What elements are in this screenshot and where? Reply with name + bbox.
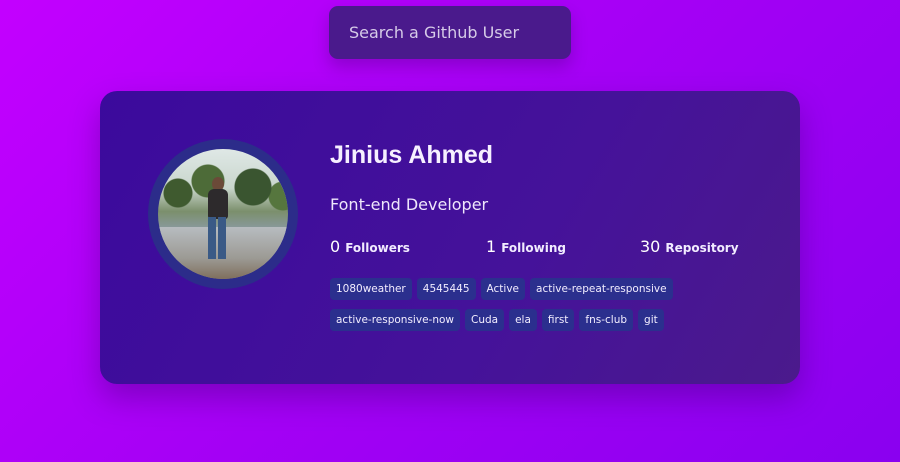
stat-repository-value: 30 bbox=[640, 237, 661, 256]
profile-card: Jinius Ahmed Font-end Developer 0 Follow… bbox=[100, 91, 800, 384]
stat-following-label: Following bbox=[501, 241, 566, 255]
profile-bio: Font-end Developer bbox=[330, 195, 489, 214]
repo-link[interactable]: git bbox=[638, 309, 664, 331]
repo-link[interactable]: active-repeat-responsive bbox=[530, 278, 673, 300]
stat-following: 1 Following bbox=[486, 237, 566, 256]
stat-following-value: 1 bbox=[486, 237, 497, 256]
avatar-person-body bbox=[208, 189, 228, 219]
profile-stats: 0 Followers 1 Following 30 Repository bbox=[330, 237, 750, 257]
repo-link[interactable]: Active bbox=[480, 278, 526, 300]
repo-link[interactable]: active-responsive-now bbox=[330, 309, 460, 331]
search-input[interactable] bbox=[349, 23, 571, 42]
stat-followers-label: Followers bbox=[345, 241, 410, 255]
stat-repository: 30 Repository bbox=[640, 237, 739, 256]
repo-link[interactable]: 1080weather bbox=[330, 278, 412, 300]
profile-name: Jinius Ahmed bbox=[330, 141, 493, 169]
repo-link[interactable]: fns-club bbox=[579, 309, 634, 331]
repo-link[interactable]: first bbox=[541, 309, 575, 331]
stat-followers-value: 0 bbox=[330, 237, 341, 256]
stat-repository-label: Repository bbox=[665, 241, 739, 255]
repo-link[interactable]: 4545445 bbox=[416, 278, 476, 300]
repo-list: 1080weather 4545445 Active active-repeat… bbox=[330, 278, 760, 331]
stat-followers: 0 Followers bbox=[330, 237, 410, 256]
avatar-person-legs bbox=[208, 217, 226, 259]
avatar-ring bbox=[148, 139, 298, 289]
avatar bbox=[158, 149, 288, 279]
repo-link[interactable]: ela bbox=[509, 309, 537, 331]
search-box[interactable] bbox=[329, 6, 571, 59]
repo-link[interactable]: Cuda bbox=[464, 309, 505, 331]
